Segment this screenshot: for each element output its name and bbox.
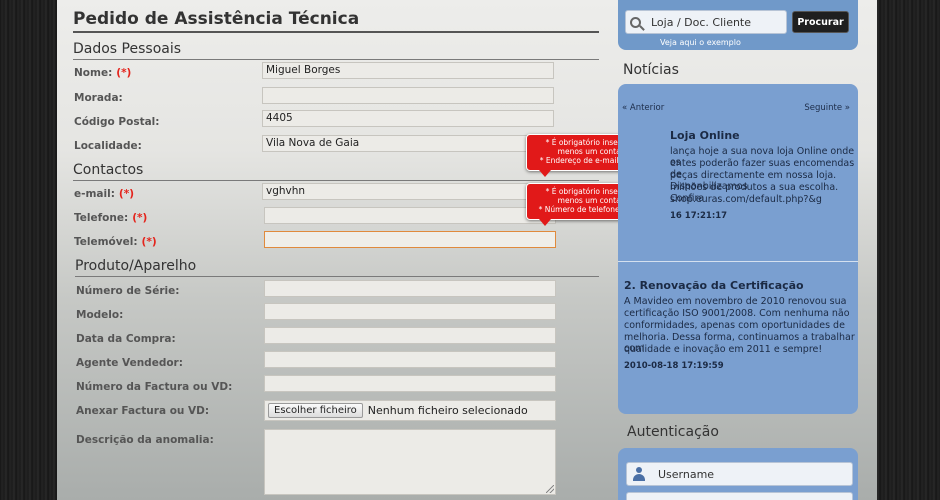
news-heading: Notícias: [623, 62, 679, 78]
file-status: Nenhum ficheiro selecionado: [367, 404, 528, 417]
address-label: Morada:: [74, 92, 123, 104]
password-input[interactable]: [626, 492, 853, 500]
postal-code-field[interactable]: 4405: [262, 110, 554, 127]
required-mark: (*): [118, 188, 134, 200]
news-prev-link[interactable]: « Anterior: [622, 103, 664, 113]
news-item-date: 2010-08-18 17:19:59: [624, 361, 724, 371]
auth-box: Username: [618, 448, 858, 500]
news-item-title[interactable]: 2. Renovação da Certificação: [624, 279, 804, 292]
locality-label: Localidade:: [74, 140, 142, 152]
news-box: « Anterior Seguinte » Loja Online lança …: [618, 84, 858, 414]
seller-agent-field[interactable]: [264, 351, 556, 368]
example-link[interactable]: Veja aqui o exemplo: [660, 38, 741, 47]
news-item-text: qualidade e inovação em 2011 e sempre!: [624, 344, 823, 355]
serial-number-field[interactable]: [264, 280, 556, 297]
description-textarea[interactable]: [264, 429, 556, 495]
invoice-number-label: Número da Factura ou VD:: [76, 381, 233, 393]
purchase-date-field[interactable]: [264, 327, 556, 344]
search-icon: [630, 16, 641, 28]
required-mark: (*): [141, 236, 157, 248]
required-mark: (*): [132, 212, 148, 224]
attach-invoice-label: Anexar Factura ou VD:: [76, 405, 210, 417]
model-label: Modelo:: [76, 309, 124, 321]
client-search-box: Loja / Doc. Cliente Procurar Veja aqui o…: [618, 0, 858, 50]
page-title: Pedido de Assistência Técnica: [73, 9, 599, 33]
seller-agent-label: Agente Vendedor:: [76, 357, 183, 369]
section-personal-data: Dados Pessoais: [73, 41, 599, 60]
address-field[interactable]: [262, 87, 554, 104]
tooltip-arrow-icon: [539, 219, 551, 226]
postal-code-label: Código Postal:: [74, 116, 160, 128]
tooltip-arrow-icon: [539, 170, 551, 177]
username-input[interactable]: Username: [626, 462, 853, 486]
required-mark: (*): [116, 67, 132, 79]
news-next-link[interactable]: Seguinte »: [804, 103, 850, 113]
description-label: Descrição da anomalia:: [76, 434, 214, 446]
news-item-text: certificação ISO 9001/2008. Com nenhuma …: [624, 308, 850, 319]
news-item-date: 16 17:21:17: [670, 211, 728, 221]
mobile-field[interactable]: [264, 231, 556, 248]
email-field[interactable]: vghvhn: [262, 183, 554, 200]
sidebar: Loja / Doc. Cliente Procurar Veja aqui o…: [615, 0, 865, 500]
phone-field[interactable]: [264, 207, 556, 224]
search-button[interactable]: Procurar: [792, 11, 849, 33]
section-contacts: Contactos: [73, 162, 599, 181]
news-item-text: A Mavideo em novembro de 2010 renovou su…: [624, 296, 847, 307]
assistance-form: Pedido de Assistência Técnica Dados Pess…: [57, 0, 664, 500]
name-field[interactable]: Miguel Borges: [262, 62, 554, 79]
news-separator: [618, 261, 858, 262]
user-icon: [632, 467, 646, 481]
page-panel: Pedido de Assistência Técnica Dados Pess…: [57, 0, 877, 500]
name-label: Nome: (*): [74, 67, 132, 79]
invoice-number-field[interactable]: [264, 375, 556, 392]
news-item-text: shop.euras.com/default.php?&g: [670, 194, 822, 205]
locality-field[interactable]: Vila Nova de Gaia: [262, 135, 554, 152]
file-upload: Escolher ficheiro Nenhum ficheiro seleci…: [264, 400, 556, 421]
mobile-label: Telemóvel: (*): [74, 236, 157, 248]
serial-number-label: Número de Série:: [76, 285, 180, 297]
phone-label: Telefone: (*): [74, 212, 148, 224]
section-product: Produto/Aparelho: [75, 258, 599, 277]
client-search-input[interactable]: Loja / Doc. Cliente: [625, 10, 787, 34]
news-item-title[interactable]: Loja Online: [670, 129, 740, 142]
purchase-date-label: Data da Compra:: [76, 333, 176, 345]
news-item-text: conformidades, apenas com oportunidades …: [624, 320, 845, 331]
model-field[interactable]: [264, 303, 556, 320]
choose-file-button[interactable]: Escolher ficheiro: [268, 403, 363, 418]
resize-grip-icon[interactable]: [546, 485, 554, 493]
auth-heading: Autenticação: [627, 424, 719, 440]
email-label: e-mail: (*): [74, 188, 134, 200]
